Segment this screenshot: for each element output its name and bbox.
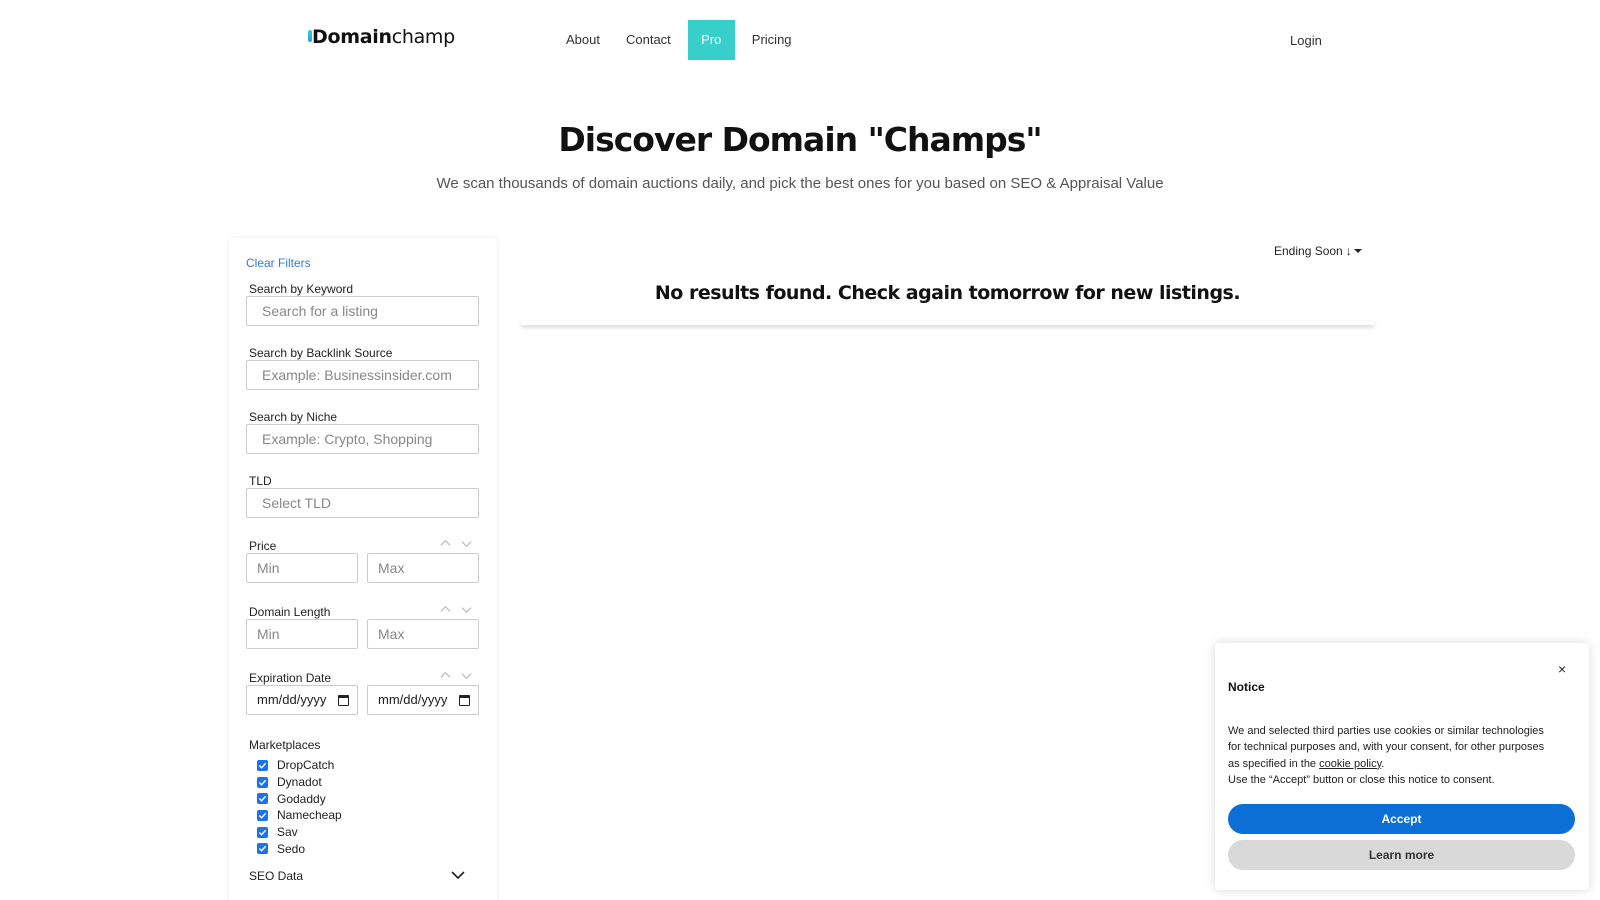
sort-label: Ending Soon	[1274, 244, 1343, 258]
expiration-label: Expiration Date	[249, 671, 332, 685]
chevron-up-icon[interactable]	[440, 670, 451, 681]
price-sort-arrows	[440, 538, 472, 549]
sort-dropdown[interactable]: Ending Soon ↓	[1274, 244, 1362, 258]
expiration-sort-arrows	[440, 670, 472, 681]
close-icon[interactable]: ×	[1558, 661, 1566, 677]
keyword-search-input[interactable]: Search for a listing	[246, 296, 479, 326]
main-nav: About Contact Pro Pricing	[553, 20, 805, 60]
marketplace-dropcatch[interactable]: DropCatch	[257, 757, 342, 774]
seo-data-label[interactable]: SEO Data	[249, 869, 303, 883]
filters-sidebar: Clear Filters Search by Keyword Search f…	[229, 238, 497, 900]
domain-length-label: Domain Length	[249, 605, 331, 619]
notice-text: We and selected third parties use cookie…	[1228, 725, 1545, 770]
backlink-search-input[interactable]: Example: Businessinsider.com	[246, 360, 479, 390]
caret-down-icon	[1353, 249, 1362, 253]
chevron-down-icon[interactable]	[451, 870, 465, 880]
length-max-input[interactable]: Max	[367, 619, 479, 649]
chevron-down-icon[interactable]	[461, 538, 472, 549]
marketplace-label: Sav	[277, 825, 298, 840]
notice-title: Notice	[1228, 680, 1265, 694]
marketplace-label: Dynadot	[277, 775, 322, 790]
checkbox-checked-icon[interactable]	[257, 809, 268, 821]
nav-contact[interactable]: Contact	[613, 20, 684, 60]
expiration-from-input[interactable]: mm/dd/yyyy	[246, 685, 358, 715]
price-min-input[interactable]: Min	[246, 553, 358, 583]
backlink-label: Search by Backlink Source	[249, 346, 393, 360]
marketplace-godaddy[interactable]: Godaddy	[257, 790, 342, 807]
header: Domain champ About Contact Pro Pricing Lo…	[0, 0, 1600, 80]
marketplaces-label: Marketplaces	[249, 738, 321, 752]
nav-about[interactable]: About	[553, 20, 613, 60]
price-label: Price	[249, 539, 277, 553]
marketplace-sav[interactable]: Sav	[257, 824, 342, 841]
marketplace-label: Sedo	[277, 841, 306, 856]
niche-label: Search by Niche	[249, 410, 338, 424]
marketplace-dynadot[interactable]: Dynadot	[257, 774, 342, 791]
keyword-label: Search by Keyword	[249, 282, 354, 296]
price-max-input[interactable]: Max	[367, 553, 479, 583]
logo-mark: D	[307, 26, 328, 48]
logo-bold-text: omain	[327, 26, 392, 48]
marketplace-label: Godaddy	[277, 791, 326, 806]
chevron-down-icon[interactable]	[461, 604, 472, 615]
marketplace-label: DropCatch	[277, 758, 335, 773]
length-min-input[interactable]: Min	[246, 619, 358, 649]
checkbox-checked-icon[interactable]	[257, 843, 268, 855]
checkbox-checked-icon[interactable]	[257, 759, 268, 771]
chevron-up-icon[interactable]	[440, 538, 451, 549]
notice-consent-text: Use the “Accept” button or close this no…	[1228, 773, 1495, 786]
nav-pro[interactable]: Pro	[687, 20, 735, 60]
chevron-up-icon[interactable]	[440, 604, 451, 615]
page-title: Discover Domain "Champs"	[558, 120, 1042, 159]
expiration-to-input[interactable]: mm/dd/yyyy	[367, 685, 479, 715]
logo-text: champ	[391, 26, 456, 48]
length-sort-arrows	[440, 604, 472, 615]
cookie-notice: × Notice We and selected third parties u…	[1215, 643, 1589, 890]
logo[interactable]: Domain champ	[307, 26, 456, 48]
clear-filters-link[interactable]: Clear Filters	[246, 256, 311, 270]
results-divider	[521, 321, 1374, 325]
tld-select[interactable]: Select TLD	[246, 488, 479, 518]
tld-label: TLD	[249, 474, 272, 488]
checkbox-checked-icon[interactable]	[257, 793, 268, 805]
no-results-message: No results found. Check again tomorrow f…	[654, 282, 1241, 304]
expiration-from-value: mm/dd/yyyy	[257, 692, 327, 707]
cookie-policy-link[interactable]: cookie policy	[1319, 758, 1381, 770]
login-link[interactable]: Login	[1290, 33, 1322, 48]
marketplaces-list: DropCatch Dynadot Godaddy Namecheap Sav …	[257, 757, 342, 857]
notice-body: We and selected third parties use cookie…	[1228, 723, 1548, 788]
learn-more-button[interactable]: Learn more	[1228, 840, 1575, 870]
niche-search-input[interactable]: Example: Crypto, Shopping	[246, 424, 479, 454]
checkbox-checked-icon[interactable]	[257, 776, 268, 788]
chevron-down-icon[interactable]	[461, 670, 472, 681]
accept-button[interactable]: Accept	[1228, 804, 1575, 834]
notice-text-end: .	[1381, 757, 1385, 770]
checkbox-checked-icon[interactable]	[257, 826, 268, 838]
marketplace-label: Namecheap	[277, 808, 342, 823]
expiration-to-value: mm/dd/yyyy	[378, 692, 448, 707]
arrow-down-icon: ↓	[1345, 244, 1352, 258]
calendar-icon[interactable]	[459, 695, 470, 706]
page-subtitle: We scan thousands of domain auctions dai…	[436, 175, 1164, 192]
calendar-icon[interactable]	[338, 695, 349, 706]
marketplace-namecheap[interactable]: Namecheap	[257, 807, 342, 824]
nav-pricing[interactable]: Pricing	[739, 20, 805, 60]
marketplace-sedo[interactable]: Sedo	[257, 840, 342, 857]
